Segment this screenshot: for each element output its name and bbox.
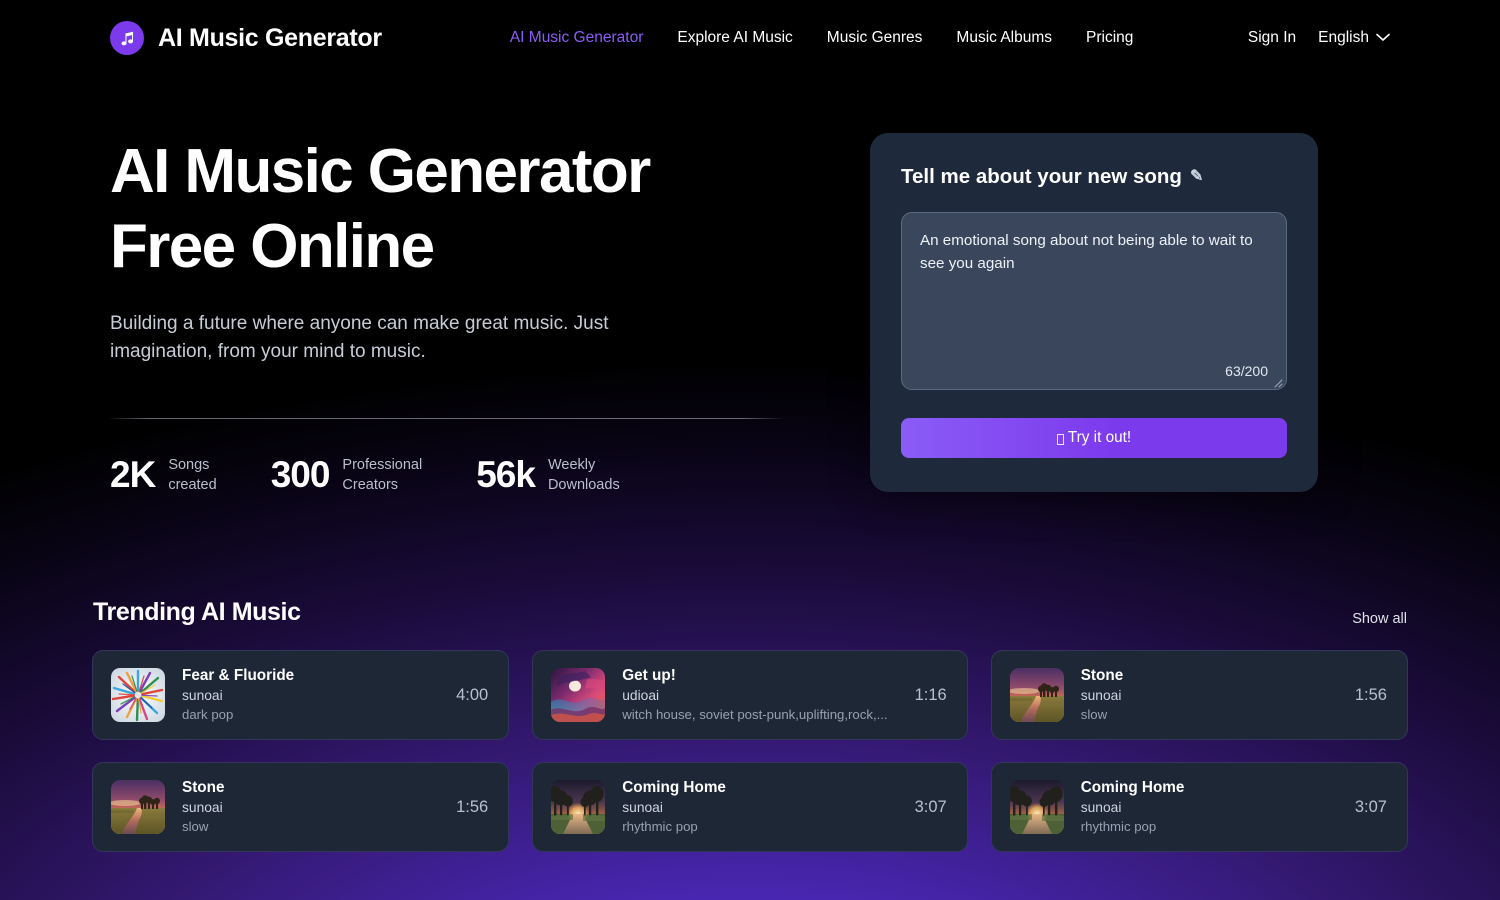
- track-tags: slow: [182, 819, 209, 834]
- stat-label: Professional Creators: [342, 457, 423, 493]
- track-artist: sunoai: [1080, 800, 1122, 815]
- hero-divider: [110, 418, 782, 419]
- site-header: AI Music Generator AI Music Generator Ex…: [0, 0, 1500, 76]
- hero-section: AI Music Generator Free Online Building …: [0, 76, 1500, 496]
- try-it-out-button[interactable]: Try it out!: [901, 418, 1287, 458]
- trending-track-grid: Fear & Fluoride sunoai dark pop 4:00 Get…: [92, 650, 1408, 852]
- track-artist: sunoai: [182, 800, 223, 815]
- track-tags: rhythmic pop: [622, 819, 698, 834]
- track-duration: 1:56: [456, 797, 489, 816]
- song-prompt-input[interactable]: An emotional song about not being able t…: [901, 212, 1287, 390]
- track-meta: Get up! udioai witch house, soviet post-…: [622, 666, 887, 724]
- page-title: AI Music Generator Free Online: [110, 134, 810, 284]
- hero-title-line-1: AI Music Generator: [110, 137, 651, 206]
- prompt-heading-text: Tell me about your new song: [901, 165, 1182, 188]
- nav-link-ai-music-generator[interactable]: AI Music Generator: [510, 29, 644, 47]
- track-meta: Fear & Fluoride sunoai dark pop: [182, 666, 429, 724]
- nav-link-music-genres[interactable]: Music Genres: [827, 29, 923, 47]
- track-tags: dark pop: [182, 707, 234, 722]
- character-counter: 63/200: [1225, 363, 1268, 379]
- try-it-out-label: Try it out!: [1067, 429, 1132, 446]
- track-duration: 3:07: [1354, 797, 1387, 816]
- nav-link-explore-ai-music[interactable]: Explore AI Music: [677, 29, 792, 47]
- pencil-writing-icon: ✎: [1189, 168, 1204, 185]
- missing-glyph-box-icon: [1056, 433, 1064, 445]
- primary-navigation: AI Music Generator Explore AI Music Musi…: [510, 29, 1134, 47]
- show-all-link[interactable]: Show all: [1352, 611, 1407, 627]
- stat-songs-created: 2K Songs created: [110, 454, 217, 496]
- chevron-down-icon: [1376, 29, 1390, 47]
- track-artwork-tree-lined-road-sunset: [1009, 780, 1064, 834]
- brand-logo[interactable]: AI Music Generator: [110, 21, 382, 55]
- prompt-card: Tell me about your new song ✎ An emotion…: [870, 133, 1318, 492]
- track-artist: sunoai: [1080, 688, 1122, 703]
- prompt-card-heading: Tell me about your new song ✎: [901, 165, 1287, 189]
- track-card[interactable]: Coming Home sunoai rhythmic pop 3:07: [990, 762, 1408, 852]
- trending-header: Trending AI Music Show all: [92, 598, 1408, 627]
- track-artist: sunoai: [622, 800, 663, 815]
- textarea-resize-handle[interactable]: [1271, 375, 1283, 388]
- track-card[interactable]: Fear & Fluoride sunoai dark pop 4:00: [92, 650, 510, 740]
- track-title: Get up!: [622, 667, 676, 684]
- track-artwork-abstract-color-burst: [111, 668, 165, 722]
- track-duration: 4:00: [456, 685, 489, 704]
- track-tags: rhythmic pop: [1080, 819, 1157, 834]
- language-selector-label: English: [1318, 29, 1369, 46]
- trending-section: Trending AI Music Show all Fear & Fluori…: [0, 598, 1500, 852]
- track-duration: 3:07: [914, 797, 947, 816]
- nav-link-pricing[interactable]: Pricing: [1086, 29, 1133, 47]
- stats-row: 2K Songs created 300 Professional Creato…: [110, 454, 810, 496]
- stat-value: 56k: [476, 454, 536, 495]
- track-meta: Stone sunoai slow: [182, 778, 429, 836]
- track-card[interactable]: Get up! udioai witch house, soviet post-…: [532, 650, 968, 740]
- page-root: AI Music Generator AI Music Generator Ex…: [0, 0, 1500, 900]
- track-artist: udioai: [622, 688, 660, 703]
- stat-value: 2K: [110, 454, 156, 495]
- track-card[interactable]: Stone sunoai slow 1:56: [990, 650, 1408, 740]
- nav-link-music-albums[interactable]: Music Albums: [956, 29, 1052, 47]
- hero-subtitle: Building a future where anyone can make …: [110, 313, 609, 362]
- language-selector[interactable]: English: [1318, 29, 1390, 47]
- stat-weekly-downloads: 56k Weekly Downloads: [476, 454, 619, 496]
- track-title: Coming Home: [1080, 779, 1185, 796]
- sign-in-button[interactable]: Sign In: [1248, 29, 1296, 47]
- track-tags: slow: [1080, 707, 1108, 722]
- track-meta: Coming Home sunoai rhythmic pop: [622, 778, 887, 836]
- track-artwork-sunset-river-landscape: [111, 780, 165, 834]
- track-meta: Coming Home sunoai rhythmic pop: [1081, 778, 1328, 836]
- track-title: Stone: [1080, 667, 1124, 684]
- track-title: Fear & Fluoride: [182, 667, 295, 684]
- track-tags: witch house, soviet post-punk,uplifting,…: [622, 707, 888, 722]
- music-note-icon: [110, 21, 144, 55]
- track-meta: Stone sunoai slow: [1081, 666, 1328, 724]
- hero-title-line-2: Free Online: [110, 212, 435, 281]
- stat-value: 300: [270, 454, 331, 495]
- track-artist: sunoai: [182, 688, 223, 703]
- track-title: Coming Home: [622, 779, 726, 796]
- track-artwork-sunset-river-landscape: [1009, 668, 1064, 722]
- stat-professional-creators: 300 Professional Creators: [271, 454, 423, 496]
- track-title: Stone: [182, 779, 225, 796]
- song-prompt-value: An emotional song about not being able t…: [920, 232, 1257, 272]
- track-duration: 1:56: [1354, 685, 1387, 704]
- stat-label: Weekly Downloads: [547, 457, 620, 493]
- trending-title: Trending AI Music: [93, 598, 301, 626]
- track-card[interactable]: Coming Home sunoai rhythmic pop 3:07: [532, 762, 968, 852]
- hero-copy: AI Music Generator Free Online Building …: [110, 134, 810, 496]
- stat-label: Songs created: [168, 457, 217, 493]
- track-artwork-tree-lined-road-sunset: [551, 780, 606, 834]
- track-card[interactable]: Stone sunoai slow 1:56: [92, 762, 510, 852]
- track-artwork-pink-psychedelic-swirl: [551, 668, 606, 722]
- brand-name: AI Music Generator: [158, 23, 382, 52]
- track-duration: 1:16: [914, 685, 947, 704]
- header-actions: Sign In English: [1248, 29, 1390, 47]
